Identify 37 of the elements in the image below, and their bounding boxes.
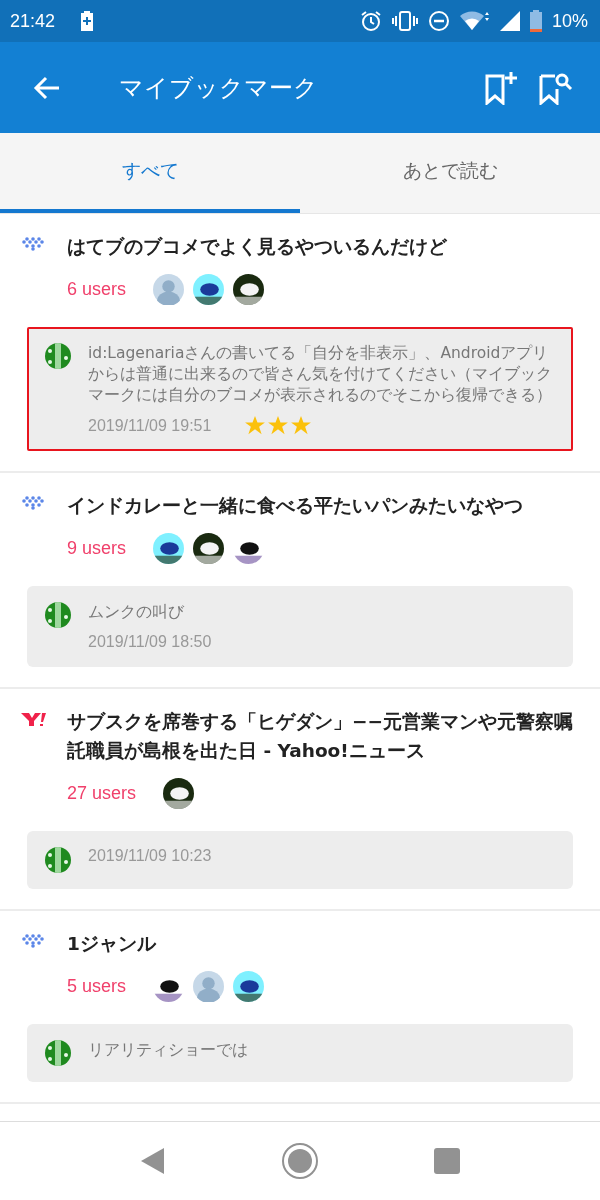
battery-icon <box>529 10 542 32</box>
dotted-logo-icon <box>20 495 46 511</box>
star-icon <box>268 416 289 435</box>
battery-charging-icon <box>81 11 94 31</box>
user-count[interactable]: 9 users <box>67 538 127 559</box>
user-count[interactable]: 27 users <box>67 783 137 804</box>
home-icon[interactable] <box>281 1142 319 1180</box>
star-icon <box>291 416 312 435</box>
vibrate-icon <box>391 10 418 32</box>
alarm-icon <box>359 10 382 32</box>
entry-title[interactable]: インドカレーと一緒に食べる平たいパンみたいなやつ <box>67 491 523 520</box>
tab[interactable]: あとで読む <box>300 133 600 213</box>
logo-icon <box>20 711 46 727</box>
tab[interactable]: すべて <box>0 133 300 213</box>
entry-title[interactable]: サブスクを席巻する「ヒゲダン」−−元営業マンや元警察嘱託職員が島根を出た日 - Yahoo!ニュース <box>67 707 573 765</box>
comment-date: 2019/11/09 19:51 <box>88 416 212 435</box>
do-not-disturb-icon <box>427 10 450 32</box>
comment-text: リアリティショーでは <box>88 1040 249 1061</box>
dotted-logo-icon <box>20 236 46 252</box>
user-count[interactable]: 6 users <box>67 279 127 300</box>
dotted-logo-icon <box>20 933 46 949</box>
back-icon[interactable] <box>140 1147 166 1175</box>
bookmark-add-icon[interactable] <box>484 70 520 105</box>
comment-date: 2019/11/09 10:23 <box>88 847 212 865</box>
signal-icon <box>499 11 520 31</box>
comment-text: id:Lagenariaさんの書いてる「自分を非表示」、Androidアプリからは普通に出来るので皆さん気を付けてください（マイブックマークには自分のブコメが表示されるのでそこから復帰できる） <box>88 343 553 406</box>
user-count[interactable]: 5 users <box>67 976 127 997</box>
wifi-icon <box>459 10 490 32</box>
screen-title: マイブックマーク <box>119 72 319 104</box>
comment-date: 2019/11/09 18:50 <box>88 633 212 651</box>
back-arrow-icon[interactable] <box>33 75 61 100</box>
battery-percent: 10% <box>551 10 588 32</box>
status-time: 21:42 <box>10 10 56 32</box>
entry-title[interactable]: 1ジャンル <box>67 929 156 958</box>
entry-title[interactable]: はてブのブコメでよく見るやついるんだけど <box>67 232 447 261</box>
star-icon <box>245 416 266 435</box>
comment-text: ムンクの叫び <box>88 602 185 623</box>
